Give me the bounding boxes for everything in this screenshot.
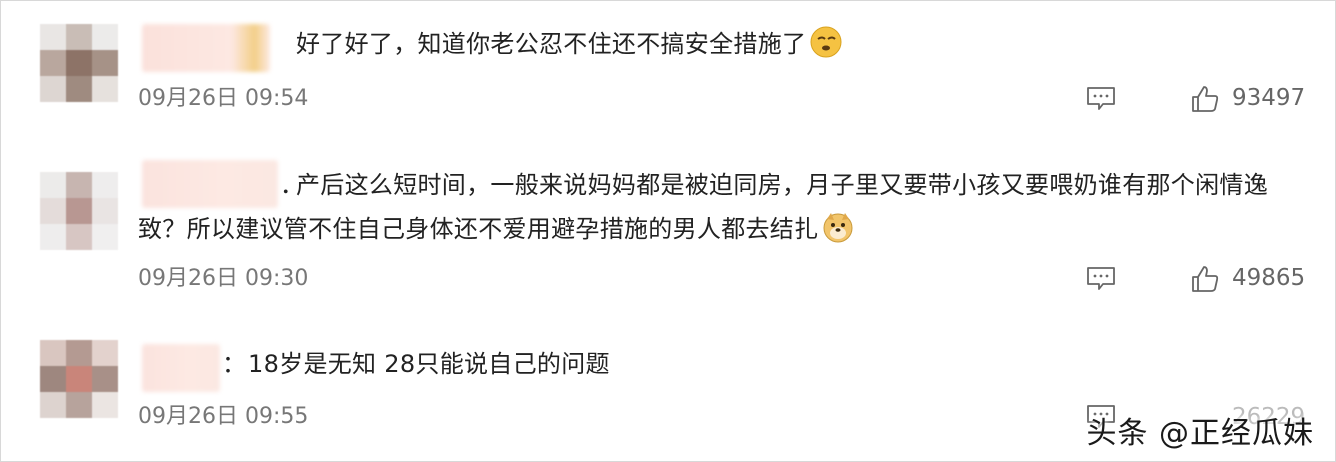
comment-timestamp: 09月26日 09:54	[138, 86, 309, 111]
rolling-eyes-emoji-icon	[810, 26, 842, 58]
avatar[interactable]	[40, 172, 118, 250]
avatar[interactable]	[40, 340, 118, 418]
like-icon[interactable]	[1190, 264, 1220, 294]
avatar[interactable]	[40, 24, 118, 102]
comment-text: 18岁是无知 28只能说自己的问题	[248, 350, 610, 378]
username-blurred[interactable]	[142, 160, 278, 208]
comment-timestamp: 09月26日 09:30	[138, 266, 309, 291]
doge-emoji-icon	[823, 213, 853, 243]
username-blurred[interactable]	[142, 24, 270, 72]
comment-text: 致？所以建议管不住自己身体还不爱用避孕措施的男人都去结扎	[138, 210, 854, 248]
comment-separator: ：	[222, 350, 247, 378]
comment-timestamp: 09月26日 09:55	[138, 404, 309, 429]
reply-icon[interactable]	[1086, 266, 1116, 292]
reply-icon[interactable]	[1086, 86, 1116, 112]
like-icon[interactable]	[1190, 84, 1220, 114]
comment-text-line-2: 致？所以建议管不住自己身体还不爱用避孕措施的男人都去结扎	[138, 215, 819, 243]
comment-text-line-1: 产后这么短时间，一般来说妈妈都是被迫同房，月子里又要带小孩又要喂奶谁有那个闲情逸	[296, 171, 1268, 199]
watermark-text: 头条 @正经瓜妹	[1086, 416, 1314, 451]
like-count: 93497	[1232, 85, 1306, 111]
comment-text: 好了好了，知道你老公忍不住还不搞安全措施了	[296, 25, 842, 63]
username-blurred[interactable]	[142, 344, 220, 392]
comment-body: 好了好了，知道你老公忍不住还不搞安全措施了	[296, 30, 807, 58]
like-count: 49865	[1232, 265, 1306, 291]
